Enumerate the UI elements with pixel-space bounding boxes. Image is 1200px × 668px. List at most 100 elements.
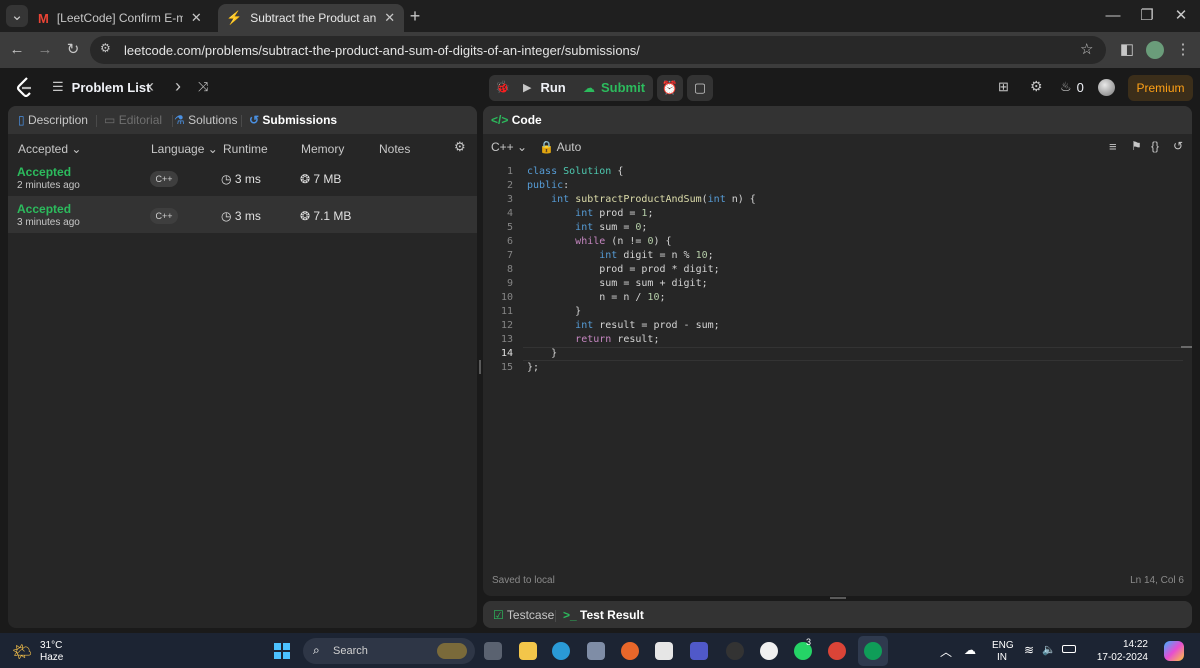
next-problem-icon[interactable]: › (175, 76, 181, 97)
file-explorer-icon[interactable] (519, 642, 537, 660)
start-windows-icon[interactable] (274, 643, 290, 659)
tab-editorial[interactable]: ▭ Editorial (104, 113, 162, 127)
notes-button[interactable]: ▢ (687, 75, 713, 101)
amazon-icon[interactable] (655, 642, 673, 660)
task-view-icon[interactable] (484, 642, 502, 660)
divider (241, 115, 242, 127)
tab-code[interactable]: </> Code (491, 113, 542, 127)
close-window-icon[interactable]: ✕ (1170, 5, 1192, 27)
url-text[interactable]: leetcode.com/problems/subtract-the-produ… (124, 43, 640, 58)
language-indicator[interactable]: ENG IN (992, 638, 1016, 664)
code-line[interactable]: 2 public: (483, 179, 1183, 193)
menu-kebab-icon[interactable]: ⋮ (1172, 39, 1194, 61)
tab-submissions[interactable]: ↺ Submissions (249, 113, 337, 127)
side-panel-icon[interactable]: ◧ (1116, 39, 1138, 61)
teams-icon[interactable] (690, 642, 708, 660)
active-app-highlight[interactable] (858, 636, 888, 666)
settings-gear-icon[interactable]: ⚙ (454, 139, 466, 155)
auto-toggle[interactable]: 🔒 Auto (539, 140, 581, 154)
saved-status: Saved to local (492, 575, 555, 586)
code-line[interactable]: 6 while (n != 0) { (483, 235, 1183, 249)
runtime-value: 3 ms (234, 209, 261, 223)
forward-arrow-icon[interactable]: → (34, 39, 56, 61)
wifi-icon[interactable]: ≋ (1024, 643, 1034, 657)
status-accepted[interactable]: Accepted (17, 202, 71, 216)
battery-icon[interactable] (1062, 645, 1076, 653)
copilot-icon[interactable] (1164, 641, 1184, 661)
edge-icon[interactable] (552, 642, 570, 660)
language-select[interactable]: C++ ⌄ (491, 140, 527, 154)
code-line[interactable]: 7 int digit = n % 10; (483, 249, 1183, 263)
code-line[interactable]: 4 int prod = 1; (483, 207, 1183, 221)
premium-button[interactable]: Premium (1128, 75, 1193, 101)
leetcode-logo-icon[interactable] (16, 77, 34, 97)
shuffle-icon[interactable]: ⤨ (198, 79, 208, 95)
code-line[interactable]: 5 int sum = 0; (483, 221, 1183, 235)
clock[interactable]: 14:22 17-02-2024 (1086, 637, 1148, 665)
scrollbar-marker[interactable] (1181, 346, 1192, 348)
tab-testcase[interactable]: ☑ Testcase (493, 608, 554, 622)
back-arrow-icon[interactable]: ← (6, 39, 28, 61)
tab-test-result[interactable]: >_ Test Result (563, 608, 644, 622)
panel-resize-handle[interactable] (479, 360, 481, 374)
site-settings-icon[interactable]: ⚙ (100, 41, 111, 55)
tab-description[interactable]: ▯ Description (18, 113, 88, 127)
status-filter[interactable]: Accepted ⌄ (18, 142, 81, 156)
code-line[interactable]: 10 n = n / 10; (483, 291, 1183, 305)
bookmark-star-icon[interactable]: ☆ (1080, 40, 1093, 58)
user-avatar[interactable] (1098, 79, 1115, 96)
show-hidden-icons-icon[interactable]: ︿ (940, 643, 952, 660)
tab-gmail[interactable]: M [LeetCode] Confirm E-mail Add ✕ (30, 4, 216, 32)
profile-avatar[interactable] (1144, 39, 1166, 61)
tab-leetcode[interactable]: ⚡ Subtract the Product and Sum o ✕ (218, 4, 404, 32)
code-line[interactable]: 3 int subtractProductAndSum(int n) { (483, 193, 1183, 207)
timer-button[interactable]: ⏰ (657, 75, 683, 101)
problem-list-button[interactable]: ☰ Problem List (52, 79, 150, 95)
logo-tile (274, 643, 281, 650)
tray-app-icon[interactable]: ☁ (964, 643, 976, 657)
code-line[interactable]: 14 } (483, 347, 1183, 361)
new-tab-plus-icon[interactable]: + (404, 5, 426, 27)
code-line[interactable]: 13 return result; (483, 333, 1183, 347)
restore-icon[interactable]: ❐ (1136, 5, 1158, 27)
line-number: 2 (506, 180, 513, 191)
streak-counter[interactable]: ♨ 0 (1060, 79, 1084, 95)
code-line[interactable]: 1 class Solution { (483, 165, 1183, 179)
language-filter[interactable]: Language ⌄ (151, 142, 218, 156)
code-line[interactable]: 12 int result = prod - sum; (483, 319, 1183, 333)
tab-search-chevron-icon[interactable]: ⌄ (6, 5, 28, 27)
chrome-icon[interactable] (828, 642, 846, 660)
taskbar-search[interactable]: ⌕ Search (303, 638, 475, 664)
reload-icon[interactable]: ↻ (62, 39, 84, 61)
minimize-icon[interactable]: — (1102, 5, 1124, 27)
status-accepted[interactable]: Accepted (17, 165, 71, 179)
code-editor[interactable]: 1 class Solution {2 public: 3 int subtractP… (483, 165, 1183, 385)
code-line[interactable]: 9 sum = sum + digit; (483, 277, 1183, 291)
weather-widget[interactable]: 🌤 31°C Haze (12, 640, 92, 664)
braces-icon[interactable]: {} (1151, 139, 1159, 153)
x-icon[interactable] (726, 642, 744, 660)
code-line[interactable]: 11 } (483, 305, 1183, 319)
submission-row[interactable]: Accepted 2 minutes ago C++ ◷ 3 ms ❂ 7 MB (8, 159, 477, 196)
bookmark-icon[interactable]: ⚑ (1131, 139, 1142, 153)
tab-solutions[interactable]: ⚗ Solutions (174, 113, 237, 127)
vertical-resize-handle[interactable] (830, 597, 846, 599)
run-button[interactable]: ▶ Run (523, 80, 566, 95)
close-icon[interactable]: ✕ (191, 10, 202, 26)
settings-gear-icon[interactable]: ⚙ (1030, 78, 1043, 95)
submit-button[interactable]: ☁ Submit (583, 80, 645, 95)
format-icon[interactable]: ≡ (1109, 139, 1117, 154)
github-icon[interactable] (760, 642, 778, 660)
code-line[interactable]: 15}; (483, 361, 1183, 375)
submission-row[interactable]: Accepted 3 minutes ago C++ ◷ 3 ms ❂ 7.1 … (8, 196, 477, 233)
firefox-icon[interactable] (621, 642, 639, 660)
close-icon[interactable]: ✕ (384, 10, 395, 26)
layout-icon[interactable]: ⊞ (998, 79, 1009, 95)
prev-problem-icon[interactable]: ‹ (148, 76, 154, 97)
omnibox[interactable]: ⚙ leetcode.com/problems/subtract-the-pro… (90, 36, 1106, 64)
volume-icon[interactable]: 🔈 (1042, 643, 1056, 656)
code-line[interactable]: 8 prod = prod * digit; (483, 263, 1183, 277)
debug-icon[interactable]: 🐞 (495, 80, 510, 94)
reset-icon[interactable]: ↺ (1173, 139, 1183, 153)
store-icon[interactable] (587, 642, 605, 660)
